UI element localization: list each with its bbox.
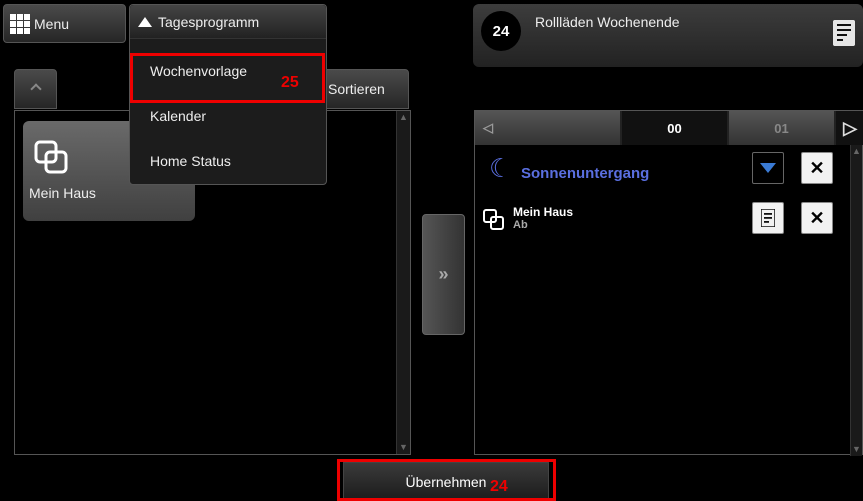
left-scrollbar[interactable]: ▲ ▼: [396, 111, 410, 454]
schedule-panel: ◁ 00 01 ▷ ☾ Sonnenuntergang ✕ Mein Haus …: [474, 110, 863, 456]
highlight-box: 25: [130, 53, 325, 103]
scroll-down-icon[interactable]: ▼: [399, 443, 408, 452]
copy-icon: [34, 140, 68, 174]
delete-event-button[interactable]: ✕: [801, 152, 833, 184]
scroll-up-icon[interactable]: ▲: [852, 147, 861, 156]
device-action: Ab: [513, 219, 528, 231]
transfer-button[interactable]: »: [422, 214, 465, 335]
day-tab-current[interactable]: 00: [622, 111, 727, 145]
grid-icon: [10, 13, 30, 34]
menu-label: Menu: [34, 15, 70, 32]
device-name: Mein Haus: [513, 205, 574, 219]
copy-icon: [483, 209, 504, 230]
edit-action-button[interactable]: [752, 202, 784, 234]
triangle-up-icon: [138, 16, 152, 27]
delete-device-button[interactable]: ✕: [801, 202, 833, 234]
edit-note-icon[interactable]: [833, 20, 855, 46]
day-tab-next[interactable]: 01: [729, 111, 834, 145]
schedule-title: Rollläden Wochenende: [535, 14, 680, 30]
clock-icon: 24: [481, 11, 521, 51]
schedule-header: 24 Rollläden Wochenende: [473, 4, 863, 67]
dropdown-header[interactable]: Tagesprogramm: [130, 5, 326, 39]
close-icon: ✕: [809, 207, 825, 228]
chevron-up-icon: [29, 83, 42, 95]
prev-day-button[interactable]: ◁: [475, 111, 620, 145]
triangle-down-icon: [760, 163, 776, 173]
clock-number: 24: [492, 22, 510, 40]
day-selector: ◁ 00 01 ▷: [475, 111, 863, 145]
menu-item-kalender[interactable]: Kalender: [150, 108, 206, 124]
annotation-number: 25: [281, 74, 299, 91]
menu-button[interactable]: Menu: [3, 4, 126, 43]
collapse-tab[interactable]: [14, 69, 57, 109]
close-icon: ✕: [809, 157, 825, 178]
program-dropdown: Tagesprogramm Wochenvorlage Kalender Hom…: [129, 4, 327, 185]
next-day-button[interactable]: ▷: [836, 111, 863, 145]
edit-note-icon: [761, 209, 775, 227]
tile-label: Mein Haus: [29, 185, 96, 201]
sort-button[interactable]: Sortieren: [323, 69, 409, 109]
dropdown-header-label: Tagesprogramm: [158, 13, 260, 30]
scroll-down-icon[interactable]: ▼: [852, 445, 861, 454]
highlight-box: [337, 459, 556, 501]
scroll-up-icon[interactable]: ▲: [399, 113, 408, 122]
right-scrollbar[interactable]: ▲ ▼: [850, 145, 862, 456]
event-label: Sonnenuntergang: [521, 165, 650, 182]
moon-icon: ☾: [489, 153, 513, 183]
annotation-number: 24: [490, 478, 508, 495]
expand-button[interactable]: [752, 152, 784, 184]
menu-item-home-status[interactable]: Home Status: [150, 153, 231, 169]
